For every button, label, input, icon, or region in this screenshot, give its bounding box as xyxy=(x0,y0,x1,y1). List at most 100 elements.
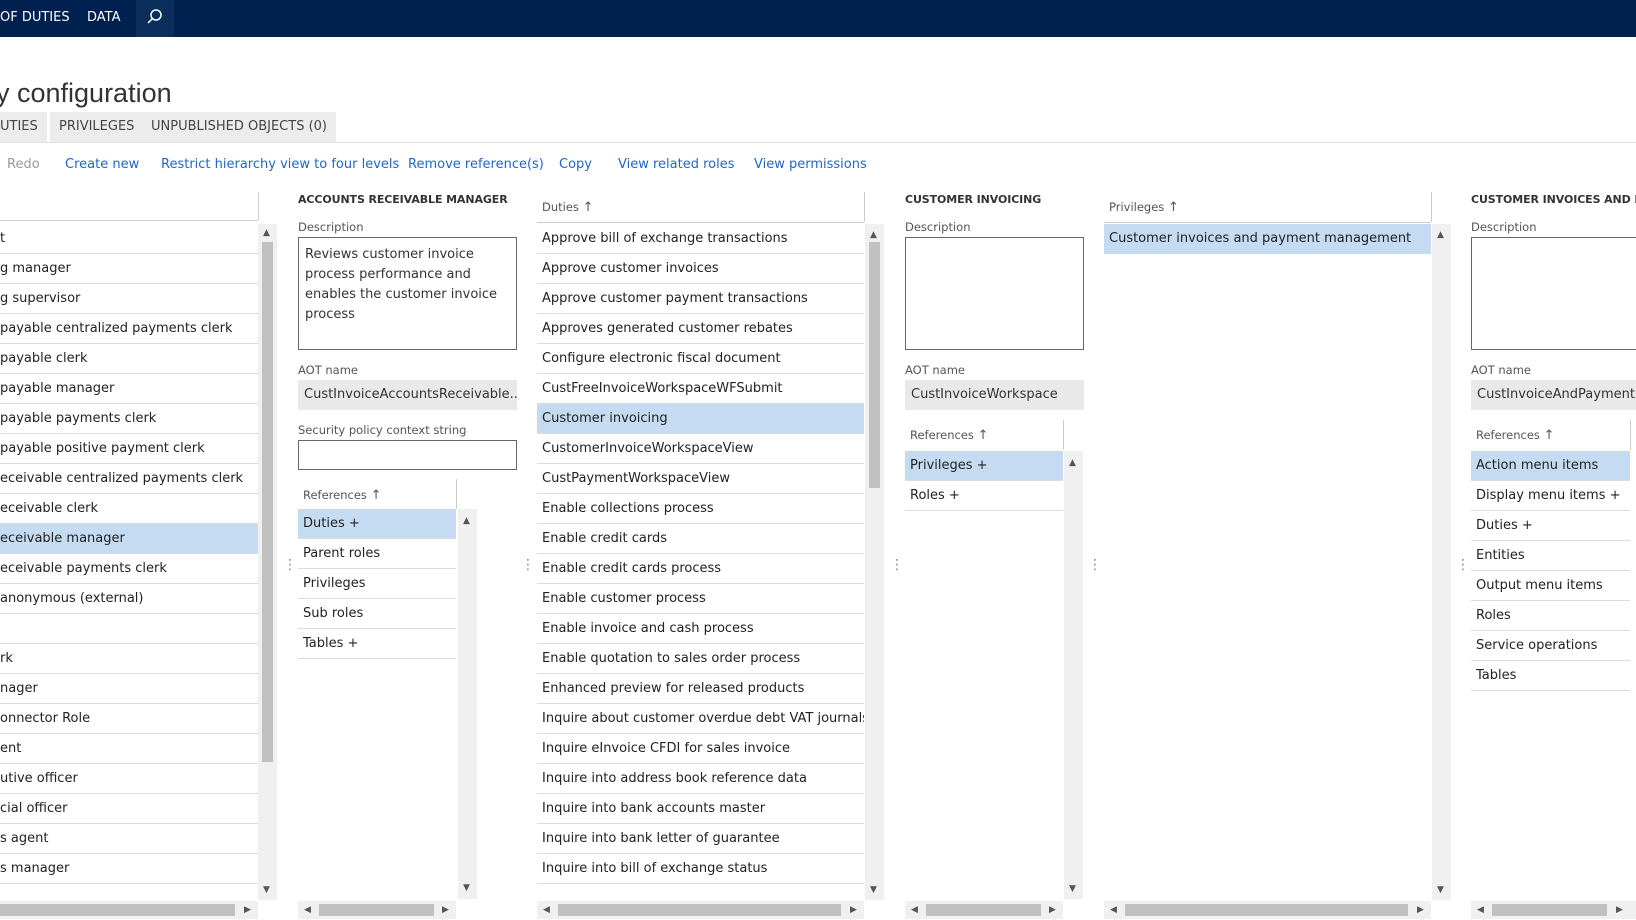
sort-arrow-icon[interactable]: ↑ xyxy=(1168,200,1179,215)
splitter-handle[interactable]: ⋮ xyxy=(890,558,904,577)
reference-item[interactable]: Display menu items + xyxy=(1471,481,1630,511)
role-list-item[interactable]: payable clerk xyxy=(0,344,258,374)
scroll-up-icon[interactable]: ▲ xyxy=(870,230,877,240)
privileges-list[interactable]: Customer invoices and payment management xyxy=(1104,224,1431,900)
reference-item[interactable]: Sub roles xyxy=(298,599,456,629)
role-refs-hscrollbar[interactable]: ◀ ▶ xyxy=(298,901,456,919)
roles-scrollbar[interactable]: ▲ ▼ xyxy=(258,224,277,900)
scroll-right-icon[interactable]: ▶ xyxy=(1049,905,1056,915)
duty-list-item[interactable]: Inquire eInvoice CFDI for sales invoice xyxy=(537,734,864,764)
tab-unpublished-objects[interactable]: UNPUBLISHED OBJECTS (0) xyxy=(142,112,336,142)
roles-hscrollbar[interactable]: ▶ xyxy=(0,901,258,919)
copy-button[interactable]: Copy xyxy=(559,157,592,172)
duty-list-item[interactable]: Enable collections process xyxy=(537,494,864,524)
scroll-right-icon[interactable]: ▶ xyxy=(850,905,857,915)
role-list-item[interactable]: cial officer xyxy=(0,794,258,824)
reference-item[interactable]: Action menu items xyxy=(1471,451,1630,481)
reference-item[interactable]: Tables xyxy=(1471,661,1630,691)
role-list-item[interactable]: onnector Role xyxy=(0,704,258,734)
reference-item[interactable]: Tables + xyxy=(298,629,456,659)
search-button[interactable] xyxy=(136,0,174,37)
remove-references-button[interactable]: Remove reference(s) xyxy=(408,157,544,172)
redo-button[interactable]: Redo xyxy=(7,157,40,172)
privileges-hscrollbar[interactable]: ◀ ▶ xyxy=(1104,901,1431,919)
duty-list-item[interactable]: Approve customer invoices xyxy=(537,254,864,284)
role-list-item[interactable]: payable manager xyxy=(0,374,258,404)
aot-name-field[interactable]: CustInvoiceWorkspace xyxy=(905,380,1084,410)
role-list-item[interactable]: nager xyxy=(0,674,258,704)
role-list-item[interactable]: eceivable centralized payments clerk xyxy=(0,464,258,494)
reference-item[interactable]: Duties + xyxy=(1471,511,1630,541)
roles-list[interactable]: tg manager g supervisor payable centralize… xyxy=(0,224,258,900)
duty-list-item[interactable]: Approve bill of exchange transactions xyxy=(537,224,864,254)
scroll-left-icon[interactable]: ◀ xyxy=(911,905,918,915)
scroll-thumb[interactable] xyxy=(869,242,880,488)
duty-list-item[interactable]: CustPaymentWorkspaceView xyxy=(537,464,864,494)
reference-item[interactable]: Privileges + xyxy=(905,451,1063,481)
security-policy-input[interactable] xyxy=(298,440,517,470)
tab-privileges[interactable]: PRIVILEGES xyxy=(50,112,144,142)
duty-list-item[interactable]: CustomerInvoiceWorkspaceView xyxy=(537,434,864,464)
scroll-right-icon[interactable]: ▶ xyxy=(442,905,449,915)
privilege-description-field[interactable] xyxy=(1471,237,1636,350)
duty-list-item[interactable]: Inquire into bill of exchange status xyxy=(537,854,864,884)
reference-item[interactable]: Output menu items xyxy=(1471,571,1630,601)
duty-list-item[interactable]: Inquire about customer overdue debt VAT … xyxy=(537,704,864,734)
role-list-item[interactable]: payable positive payment clerk xyxy=(0,434,258,464)
duties-list[interactable]: Approve bill of exchange transactions App… xyxy=(537,224,864,900)
splitter-handle[interactable]: ⋮ xyxy=(1088,558,1102,577)
sort-arrow-icon[interactable]: ↑ xyxy=(371,488,382,503)
hscroll-thumb[interactable] xyxy=(319,904,434,916)
reference-item[interactable]: Roles + xyxy=(905,481,1063,511)
duty-list-item[interactable]: CustFreeInvoiceWorkspaceWFSubmit xyxy=(537,374,864,404)
scroll-left-icon[interactable]: ◀ xyxy=(304,905,311,915)
reference-item[interactable]: Parent roles xyxy=(298,539,456,569)
aot-name-field[interactable]: CustInvoiceAccountsReceivable... xyxy=(298,380,517,410)
duty-list-item[interactable]: Configure electronic fiscal document xyxy=(537,344,864,374)
hscroll-thumb[interactable] xyxy=(1492,904,1607,916)
duty-description-field[interactable] xyxy=(905,237,1084,350)
restrict-hierarchy-button[interactable]: Restrict hierarchy view to four levels xyxy=(161,157,399,172)
duty-list-item[interactable]: Enhanced preview for released products xyxy=(537,674,864,704)
scroll-left-icon[interactable]: ◀ xyxy=(1477,905,1484,915)
role-list-item[interactable]: payable payments clerk xyxy=(0,404,258,434)
duty-refs-scrollbar[interactable]: ▲ ▼ xyxy=(1064,451,1083,899)
scroll-down-icon[interactable]: ▼ xyxy=(1069,884,1076,894)
view-related-roles-button[interactable]: View related roles xyxy=(618,157,735,172)
splitter-handle[interactable]: ⋮ xyxy=(1456,558,1470,577)
scroll-right-icon[interactable]: ▶ xyxy=(1417,905,1424,915)
hscroll-thumb[interactable] xyxy=(926,904,1041,916)
duty-list-item[interactable]: Approves generated customer rebates xyxy=(537,314,864,344)
privilege-list-item[interactable]: Customer invoices and payment management xyxy=(1104,224,1431,254)
role-list-item[interactable]: anonymous (external) xyxy=(0,584,258,614)
sort-arrow-icon[interactable]: ↑ xyxy=(978,428,989,443)
reference-item[interactable]: Entities xyxy=(1471,541,1630,571)
duty-list-item[interactable]: Inquire into bank letter of guarantee xyxy=(537,824,864,854)
privilege-references-list[interactable]: Action menu items Display menu items + Dut… xyxy=(1471,451,1630,899)
duty-list-item[interactable]: Enable quotation to sales order process xyxy=(537,644,864,674)
sort-arrow-icon[interactable]: ↑ xyxy=(1544,428,1555,443)
role-list-item[interactable]: utive officer xyxy=(0,764,258,794)
role-references-list[interactable]: Duties + Parent roles Privileges Sub roles T… xyxy=(298,509,456,899)
aot-name-field[interactable]: CustInvoiceAndPaymentM xyxy=(1471,380,1636,410)
role-list-item[interactable] xyxy=(0,614,258,644)
role-list-item[interactable]: g supervisor xyxy=(0,284,258,314)
role-list-item[interactable]: t xyxy=(0,224,258,254)
scroll-down-icon[interactable]: ▼ xyxy=(263,885,270,895)
scroll-up-icon[interactable]: ▲ xyxy=(263,228,270,238)
duty-list-item[interactable]: Inquire into address book reference data xyxy=(537,764,864,794)
nav-segregation-of-duties[interactable]: OF DUTIES xyxy=(0,0,70,37)
scroll-up-icon[interactable]: ▲ xyxy=(463,516,470,526)
hscroll-thumb[interactable] xyxy=(0,904,235,916)
sort-arrow-icon[interactable]: ↑ xyxy=(583,200,594,215)
duties-scrollbar[interactable]: ▲ ▼ xyxy=(865,224,884,900)
role-list-item[interactable]: eceivable clerk xyxy=(0,494,258,524)
role-list-item[interactable]: ent xyxy=(0,734,258,764)
scroll-left-icon[interactable]: ◀ xyxy=(543,905,550,915)
scroll-thumb[interactable] xyxy=(262,242,273,762)
hscroll-thumb[interactable] xyxy=(1125,904,1408,916)
view-permissions-button[interactable]: View permissions xyxy=(754,157,867,172)
reference-item[interactable]: Service operations xyxy=(1471,631,1630,661)
privileges-scrollbar[interactable]: ▲ ▼ xyxy=(1432,224,1451,900)
role-description-field[interactable]: Reviews customer invoice process perform… xyxy=(298,237,517,350)
